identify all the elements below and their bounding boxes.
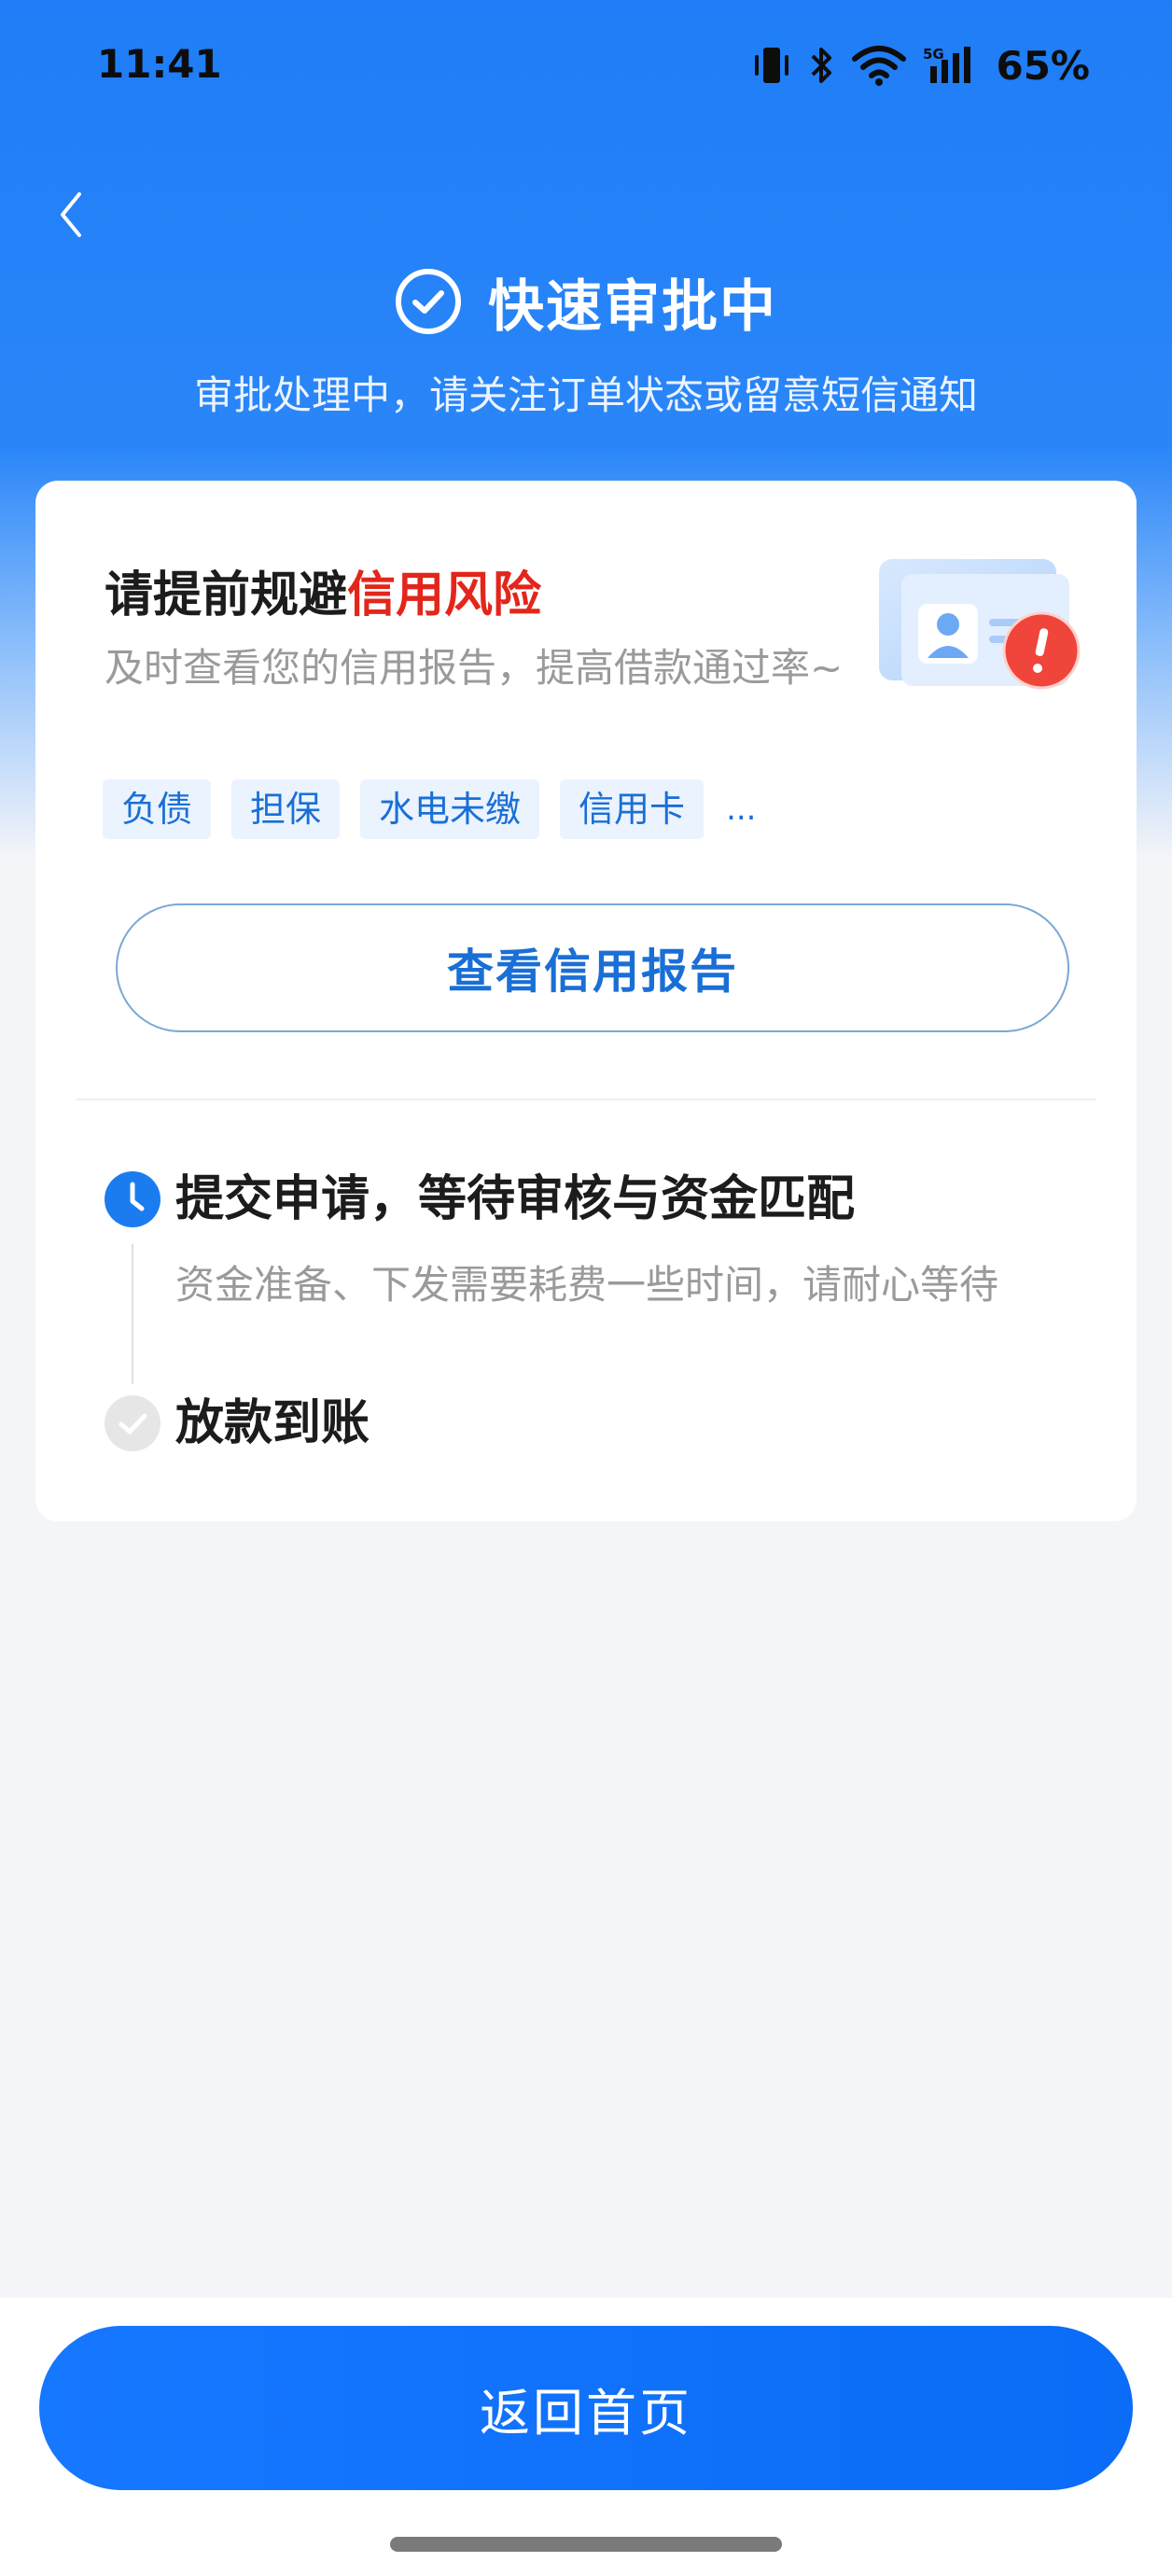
step-submit-title: 提交申请，等待审核与资金匹配	[175, 1171, 856, 1227]
approval-page: 11:41 5G 65% 快速审批中 审批处理中，请关注订单状态或留意短信通知 …	[0, 0, 1172, 2576]
back-button[interactable]	[43, 185, 99, 245]
return-home-button[interactable]: 返回首页	[39, 2326, 1133, 2490]
status-bar: 11:41 5G 65%	[0, 0, 1172, 131]
credit-risk-description: 及时查看您的信用报告，提高借款通过率~	[105, 645, 844, 691]
credit-risk-title-prefix: 请提前规避	[105, 567, 348, 623]
check-circle-pending-icon	[105, 1395, 160, 1451]
vibrate-icon	[755, 48, 789, 83]
view-credit-report-button[interactable]: 查看信用报告	[116, 903, 1069, 1032]
step-disburse-title: 放款到账	[175, 1395, 370, 1451]
tag-credit-card: 信用卡	[560, 779, 705, 839]
page-subtitle: 审批处理中，请关注订单状态或留意短信通知	[193, 372, 978, 418]
check-circle-icon	[396, 269, 461, 334]
wifi-icon	[852, 46, 907, 86]
step-connector	[132, 1244, 133, 1384]
title-row: 快速审批中	[0, 259, 1172, 343]
page-title: 快速审批中	[488, 273, 777, 340]
status-icons: 5G 65%	[753, 41, 1090, 90]
credit-risk-title: 请提前规避信用风险	[105, 555, 541, 625]
tag-utility-unpaid: 水电未缴	[360, 779, 540, 839]
risk-tags: 负债 担保 水电未缴 信用卡 ...	[103, 779, 757, 839]
step-submit-desc: 资金准备、下发需要耗费一些时间，请耐心等待	[175, 1262, 999, 1308]
status-time: 11:41	[97, 41, 222, 87]
svg-text:5G: 5G	[923, 46, 944, 63]
divider	[77, 1099, 1095, 1100]
tags-more: ...	[726, 791, 757, 828]
status-card: 请提前规避信用风险 及时查看您的信用报告，提高借款通过率~ 负债 担保 水电未缴…	[35, 481, 1137, 1521]
credit-risk-highlight: 信用风险	[347, 567, 542, 623]
tag-liability: 负债	[103, 779, 212, 839]
tag-guarantee: 担保	[231, 779, 341, 839]
home-indicator[interactable]	[390, 2537, 782, 2552]
clock-icon	[105, 1171, 160, 1227]
credit-report-warning-icon	[879, 559, 1081, 690]
signal-icon: 5G	[923, 46, 971, 83]
battery-percent: 65%	[996, 42, 1090, 89]
bluetooth-icon	[812, 48, 832, 83]
chevron-left-icon	[61, 192, 81, 237]
